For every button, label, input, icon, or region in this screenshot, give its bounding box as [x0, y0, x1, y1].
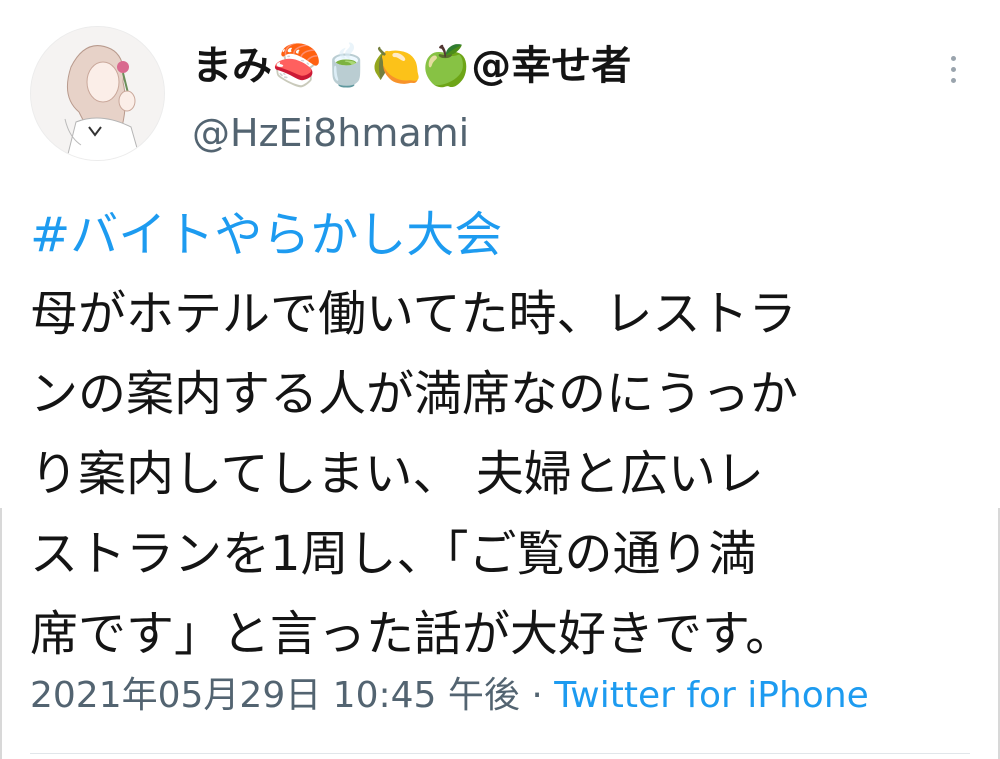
timestamp[interactable]: 2021年05月29日 10:45 午後: [30, 675, 520, 716]
avatar[interactable]: [30, 26, 165, 161]
divider: [30, 753, 970, 754]
more-dot: [950, 66, 956, 72]
avatar-illustration-icon: [31, 27, 164, 160]
meta-separator: ·: [531, 675, 543, 716]
tweet-text-line: 母がホテルで働いてた時、レストラ: [30, 286, 797, 342]
tweet-text: 母がホテルで働いてた時、レストラ ンの案内する人が満席なのにうっか り案内してし…: [30, 274, 980, 674]
card-edge-left: [0, 508, 2, 759]
display-name[interactable]: まみ🍣🍵🍋🍏@幸せ者: [192, 38, 631, 94]
tweet-text-line: ストランを1周し、「ご覧の通り満: [30, 526, 757, 582]
more-vertical-icon[interactable]: [936, 52, 970, 86]
more-dot: [950, 77, 956, 83]
more-dot: [950, 55, 956, 61]
user-handle[interactable]: @HzEi8hmami: [192, 108, 469, 158]
source-link[interactable]: Twitter for iPhone: [554, 675, 869, 716]
tweet-text-line: 席です」と言った話が大好きです。: [30, 606, 794, 662]
tweet-text-line: ンの案内する人が満席なのにうっか: [30, 366, 799, 422]
tweet-text-line: り案内してしまい、 夫婦と広いレ: [30, 446, 764, 502]
tweet-card: まみ🍣🍵🍋🍏@幸せ者 @HzEi8hmami #バイトやらかし大会 母がホテルで…: [0, 0, 1000, 759]
tweet-meta: 2021年05月29日 10:45 午後 · Twitter for iPhon…: [30, 668, 869, 724]
hashtag-link[interactable]: #バイトやらかし大会: [30, 200, 502, 270]
